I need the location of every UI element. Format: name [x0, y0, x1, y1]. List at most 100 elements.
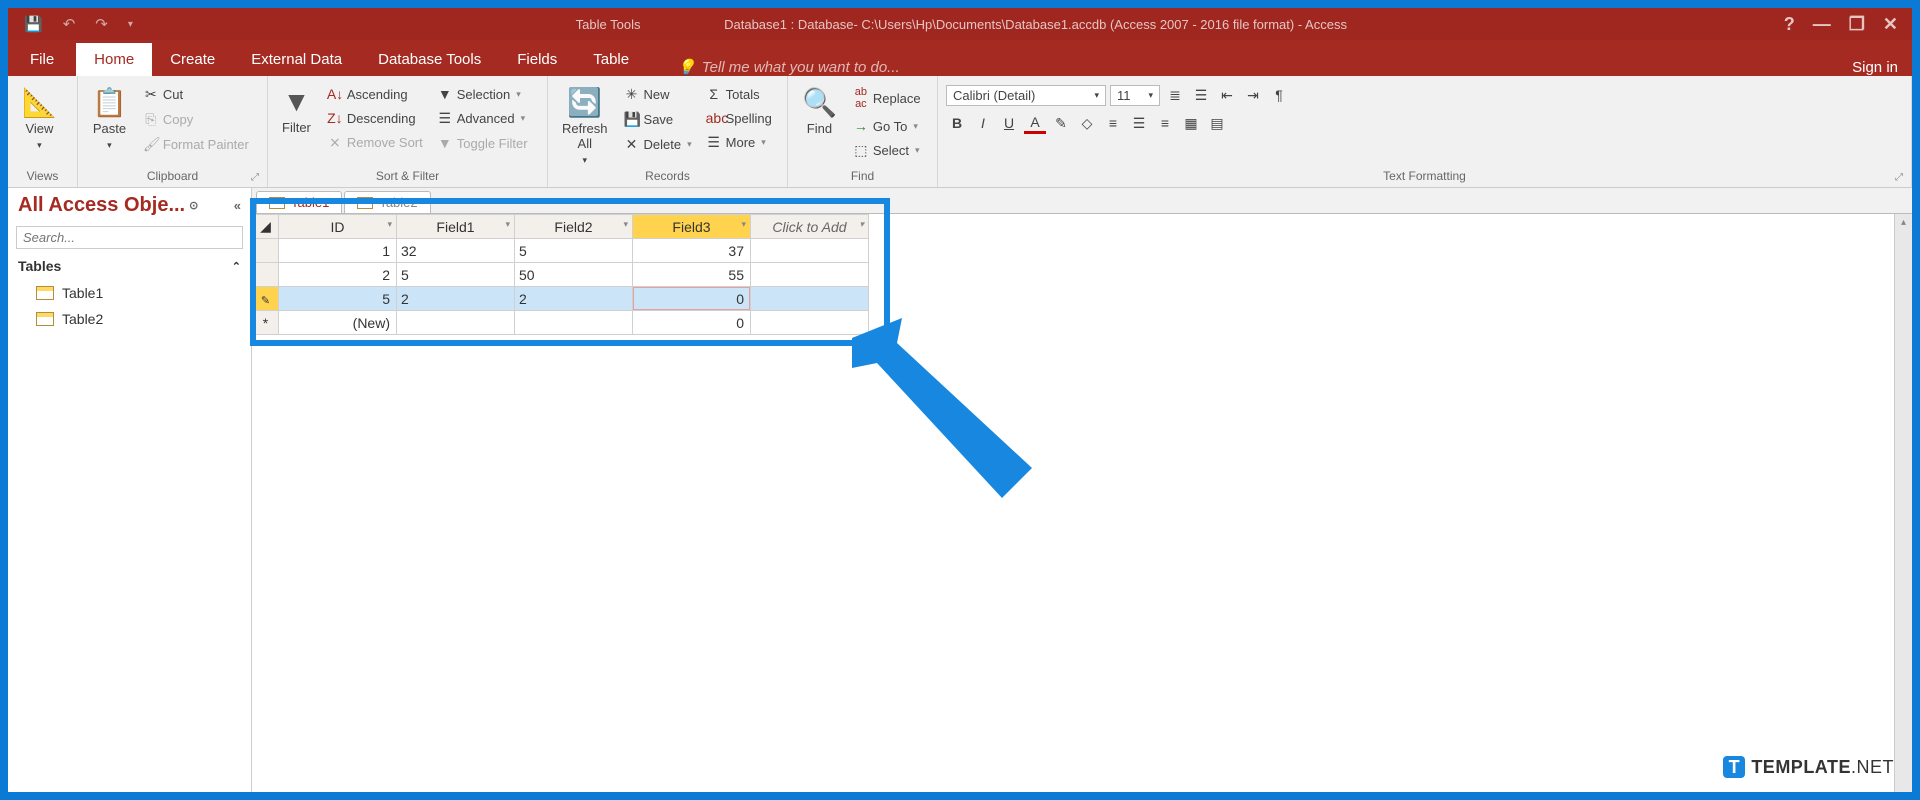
- cell[interactable]: 2: [515, 287, 633, 311]
- qat-customize-icon[interactable]: ▾: [122, 19, 139, 30]
- font-size-combo[interactable]: 11▾: [1110, 85, 1160, 106]
- refresh-all-button[interactable]: 🔄 Refresh All▾: [556, 84, 614, 168]
- col-header-add[interactable]: Click to Add▾: [751, 215, 869, 239]
- select-all-corner[interactable]: ◢: [253, 215, 279, 239]
- save-icon[interactable]: 💾: [18, 15, 49, 33]
- cell[interactable]: 2: [279, 263, 397, 287]
- ltr-icon[interactable]: ¶: [1268, 84, 1290, 106]
- cell[interactable]: 50: [515, 263, 633, 287]
- text-formatting-launcher-icon[interactable]: ⤢: [1895, 172, 1903, 183]
- paste-button[interactable]: 📋 Paste▾: [86, 84, 133, 153]
- ascending-button[interactable]: A↓Ascending: [323, 84, 427, 104]
- collapse-group-icon[interactable]: ⌃: [232, 260, 241, 273]
- alt-row-color-icon[interactable]: ▤: [1206, 112, 1228, 134]
- row-selector-new[interactable]: *: [253, 311, 279, 335]
- gridlines-icon[interactable]: ▦: [1180, 112, 1202, 134]
- cell[interactable]: 1: [279, 239, 397, 263]
- nav-item-table1[interactable]: Table1: [8, 280, 251, 306]
- totals-button[interactable]: ΣTotals: [702, 84, 776, 104]
- underline-button[interactable]: U: [998, 112, 1020, 134]
- align-right-icon[interactable]: ≡: [1154, 112, 1176, 134]
- indent-decrease-icon[interactable]: ⇤: [1216, 84, 1238, 106]
- tab-fields[interactable]: Fields: [499, 43, 575, 76]
- indent-increase-icon[interactable]: ⇥: [1242, 84, 1264, 106]
- nav-pane-title[interactable]: All Access Obje...: [18, 194, 185, 217]
- copy-button[interactable]: ⎘Copy: [139, 109, 253, 130]
- cell[interactable]: 5: [397, 263, 515, 287]
- tab-home[interactable]: Home: [76, 43, 152, 76]
- remove-sort-button[interactable]: ⨯Remove Sort: [323, 132, 427, 153]
- minimize-icon[interactable]: —: [1813, 14, 1831, 35]
- cell[interactable]: [751, 311, 869, 335]
- tab-create[interactable]: Create: [152, 43, 233, 76]
- col-header-field2[interactable]: Field2▾: [515, 215, 633, 239]
- toggle-filter-button[interactable]: ▼Toggle Filter: [433, 133, 532, 153]
- row-selector[interactable]: [253, 239, 279, 263]
- cell[interactable]: [751, 287, 869, 311]
- cell[interactable]: 37: [633, 239, 751, 263]
- goto-button[interactable]: →Go To▾: [849, 116, 925, 136]
- format-painter-button[interactable]: 🖌Format Painter: [139, 134, 253, 155]
- more-button[interactable]: ☰More▾: [702, 132, 776, 153]
- scroll-up-icon[interactable]: ▴: [1895, 214, 1912, 232]
- numbering-icon[interactable]: ☰: [1190, 84, 1212, 106]
- nav-search-input[interactable]: [16, 226, 243, 249]
- redo-icon[interactable]: ↷: [89, 15, 114, 33]
- tab-external-data[interactable]: External Data: [233, 43, 360, 76]
- cut-button[interactable]: ✂Cut: [139, 84, 253, 105]
- font-color-button[interactable]: A: [1024, 112, 1046, 134]
- restore-icon[interactable]: ❐: [1849, 14, 1865, 35]
- tab-table[interactable]: Table: [575, 43, 647, 76]
- row-selector-editing[interactable]: ✎: [253, 287, 279, 311]
- nav-item-table2[interactable]: Table2: [8, 306, 251, 332]
- filter-button[interactable]: ▼ Filter: [276, 84, 317, 137]
- descending-button[interactable]: Z↓Descending: [323, 108, 427, 128]
- cell[interactable]: 2: [397, 287, 515, 311]
- align-left-icon[interactable]: ≡: [1102, 112, 1124, 134]
- nav-group-tables[interactable]: Tables ⌃: [8, 252, 251, 280]
- help-icon[interactable]: ?: [1784, 14, 1795, 35]
- cell[interactable]: 5: [515, 239, 633, 263]
- delete-button[interactable]: ✕Delete▾: [620, 134, 696, 155]
- table-row-new[interactable]: * (New) 0: [253, 311, 869, 335]
- save-record-button[interactable]: 💾Save: [620, 109, 696, 130]
- select-button[interactable]: ⬚Select▾: [849, 140, 925, 161]
- new-button[interactable]: ✳New: [620, 84, 696, 105]
- highlight-button[interactable]: ✎: [1050, 112, 1072, 134]
- spelling-button[interactable]: abcSpelling: [702, 108, 776, 128]
- doc-tab-table1[interactable]: Table1: [256, 191, 342, 213]
- vertical-scrollbar[interactable]: ▴: [1894, 214, 1912, 792]
- cell[interactable]: [751, 263, 869, 287]
- cell[interactable]: [515, 311, 633, 335]
- view-button[interactable]: 📐 View▾: [16, 84, 63, 153]
- fill-color-button[interactable]: ◇: [1076, 112, 1098, 134]
- cell[interactable]: 0: [633, 311, 751, 335]
- advanced-button[interactable]: ☰Advanced▾: [433, 108, 532, 129]
- replace-button[interactable]: abacReplace: [849, 84, 925, 112]
- row-selector[interactable]: [253, 263, 279, 287]
- cell[interactable]: [751, 239, 869, 263]
- col-header-field3[interactable]: Field3▾: [633, 215, 751, 239]
- cell[interactable]: 32: [397, 239, 515, 263]
- tab-database-tools[interactable]: Database Tools: [360, 43, 499, 76]
- table-row[interactable]: 2 5 50 55: [253, 263, 869, 287]
- nav-dropdown-icon[interactable]: ⊙: [189, 199, 198, 212]
- undo-icon[interactable]: ↶: [57, 15, 82, 33]
- cell[interactable]: 5: [279, 287, 397, 311]
- cell[interactable]: [397, 311, 515, 335]
- table-row[interactable]: ✎ 5 2 2 0: [253, 287, 869, 311]
- sign-in-link[interactable]: Sign in: [1852, 59, 1912, 76]
- tab-file[interactable]: File: [8, 43, 76, 76]
- close-icon[interactable]: ✕: [1883, 14, 1898, 35]
- col-header-id[interactable]: ID▾: [279, 215, 397, 239]
- align-center-icon[interactable]: ☰: [1128, 112, 1150, 134]
- doc-tab-table2[interactable]: Table2: [344, 191, 430, 213]
- bold-button[interactable]: B: [946, 112, 968, 134]
- bullets-icon[interactable]: ≣: [1164, 84, 1186, 106]
- selection-button[interactable]: ▼Selection▾: [433, 84, 532, 104]
- nav-collapse-icon[interactable]: «: [234, 198, 241, 213]
- table-row[interactable]: 1 32 5 37: [253, 239, 869, 263]
- cell[interactable]: 55: [633, 263, 751, 287]
- datasheet-grid[interactable]: ◢ ID▾ Field1▾ Field2▾ Field3▾ Click to A…: [252, 214, 869, 335]
- cell-editing[interactable]: 0: [633, 287, 751, 311]
